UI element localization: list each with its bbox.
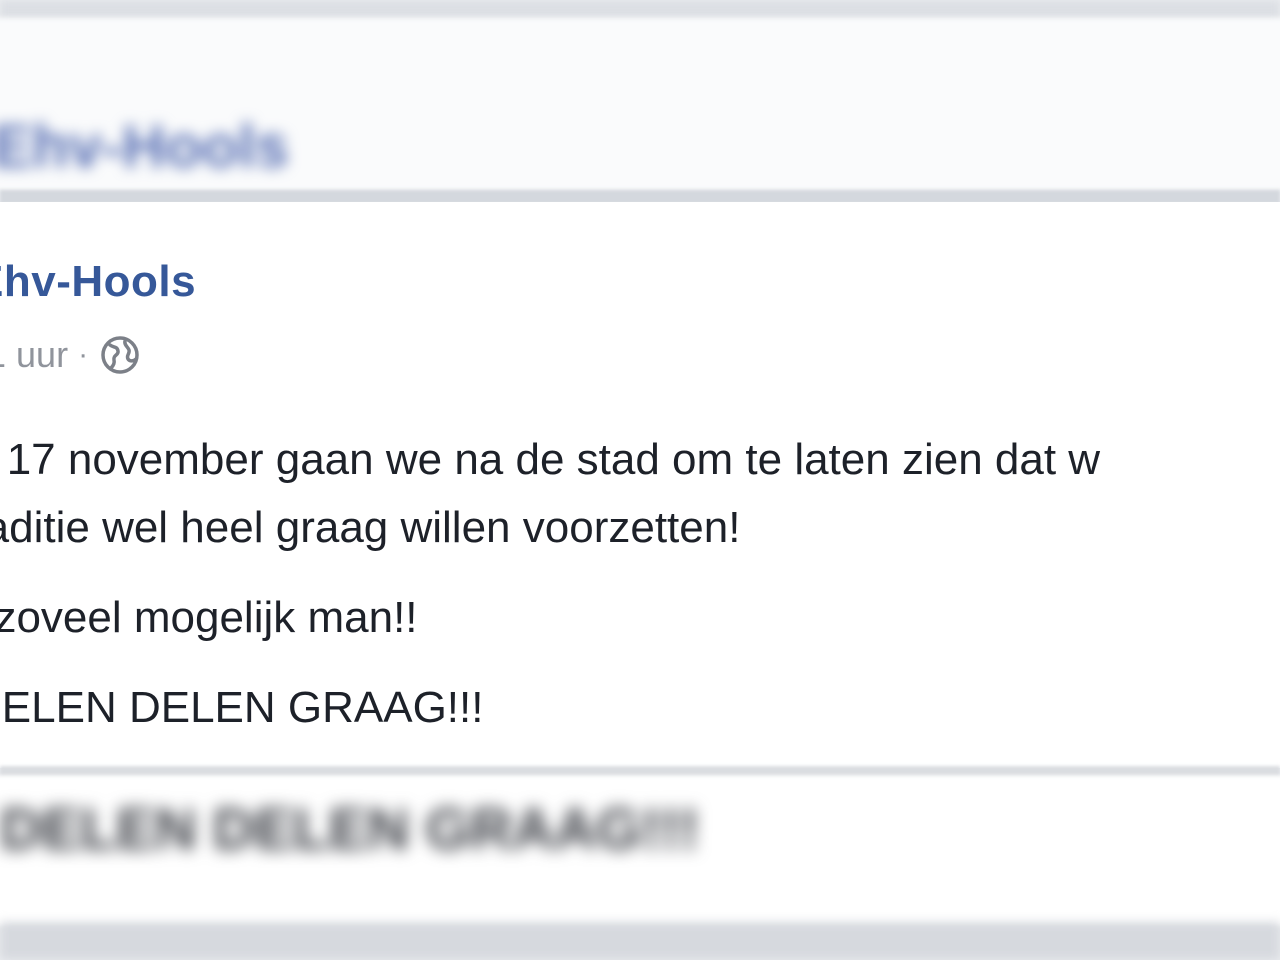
post-body: g 17 november gaan we na de stad om te l…	[0, 426, 1100, 742]
post-paragraph: raditie wel heel graag willen voorzetten…	[0, 503, 741, 552]
top-divider	[0, 0, 1280, 20]
post-meta: 1 uur ·	[0, 330, 142, 380]
globe-icon[interactable]	[98, 333, 142, 377]
post-separator-bottom	[0, 766, 1280, 776]
post-paragraph: t zoveel mogelijk man!!	[0, 593, 418, 642]
next-post-text-blurred: DELEN DELEN GRAAG!!!	[0, 797, 700, 862]
feed-viewport: Ehv-Hools Ehv-Hools 1 uur · g 17 novembe…	[0, 0, 1280, 960]
bottom-divider	[0, 922, 1280, 960]
post-card: Ehv-Hools 1 uur · g 17 november gaan we …	[0, 202, 1280, 768]
post-timestamp[interactable]: 1 uur	[0, 334, 68, 376]
post-author-link[interactable]: Ehv-Hools	[0, 257, 196, 307]
meta-separator: ·	[78, 338, 89, 371]
previous-post-author-blurred: Ehv-Hools	[0, 113, 289, 180]
post-paragraph: DELEN DELEN GRAAG!!!	[0, 683, 484, 732]
post-paragraph: g 17 november gaan we na de stad om te l…	[0, 435, 1101, 484]
